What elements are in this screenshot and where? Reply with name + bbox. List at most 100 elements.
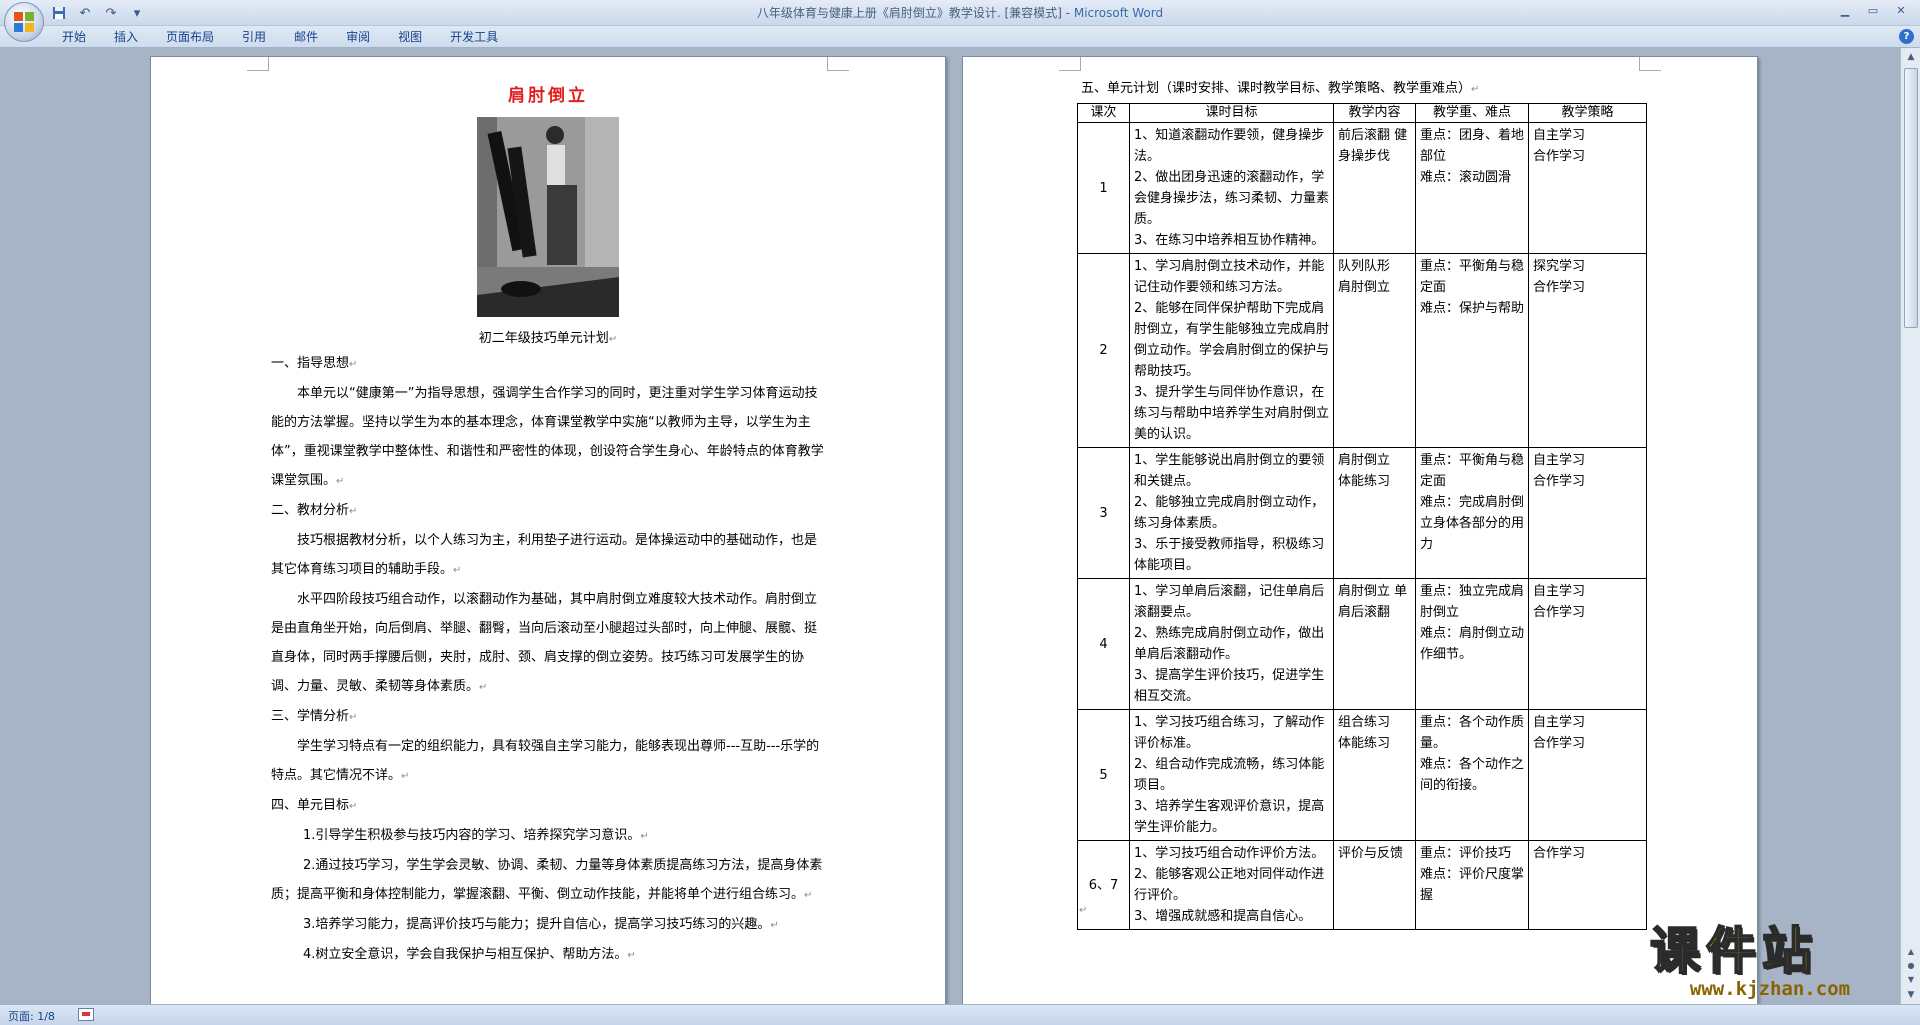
cell-text: 1、学习单肩后滚翻，记住单肩后滚翻要点。 xyxy=(1134,584,1325,620)
page-number-indicator[interactable]: 页面: 1/8 xyxy=(8,1008,55,1024)
body-paragraph: 1.引导学生积极参与技巧内容的学习、培养探究学习意识。↵ xyxy=(303,828,649,843)
cell-text: 难点：肩肘倒立动作细节。 xyxy=(1420,626,1525,662)
cell-text: 合作学习 xyxy=(1533,736,1586,751)
previous-page-icon[interactable]: ▲ xyxy=(1904,946,1918,958)
watermark-logo: 课件站 www.kjzhan.com xyxy=(1649,923,1890,1004)
cell-text: 1、学习技巧组合练习，了解动作评价标准。 xyxy=(1134,715,1325,751)
cell-text: 组合练习 xyxy=(1338,715,1391,730)
cell-text: 重点：平衡角与稳定面 xyxy=(1420,259,1525,295)
status-bar: 页面: 1/8 xyxy=(0,1004,1920,1025)
table-row: 1 1、知道滚翻动作要领，健身操步法。 2、做出团身迅速的滚翻动作，学会健身操步法，… xyxy=(1077,122,1647,254)
tab-insert[interactable]: 插入 xyxy=(100,29,152,45)
table-row: 5 1、学习技巧组合练习，了解动作评价标准。 2、组合动作完成流畅，练习体能项目。 3… xyxy=(1077,709,1647,841)
content-cell: 评价与反馈 xyxy=(1333,840,1416,930)
cell-text: 2、能够独立完成肩肘倒立动作，练习身体素质。 xyxy=(1134,495,1325,531)
cell-text: 2、能够在同伴保护帮助下完成肩肘倒立，有学生能够独立完成肩肘倒立动作。学会肩肘倒… xyxy=(1134,301,1330,379)
app-name: Microsoft Word xyxy=(1073,6,1164,20)
photo-caption: 初二年级技巧单元计划↵ xyxy=(478,331,618,346)
table-row: 6、7 1、学习技巧组合动作评价方法。 2、能够客观公正地对同伴动作进行评价。 3、增… xyxy=(1077,840,1647,930)
tab-developer[interactable]: 开发工具 xyxy=(436,29,512,45)
cell-text: 1、学习肩肘倒立技术动作，并能记住动作要领和练习方法。 xyxy=(1134,259,1325,295)
crop-mark xyxy=(827,57,849,71)
maximize-icon[interactable]: ▭ xyxy=(1860,2,1886,20)
goals-cell: 1、知道滚翻动作要领，健身操步法。 2、做出团身迅速的滚翻动作，学会健身操步法，练… xyxy=(1129,122,1334,254)
cell-text: 难点：完成肩肘倒立身体各部分的用力 xyxy=(1420,495,1525,552)
cell-text: 前后滚翻 健身操步伐 xyxy=(1338,128,1408,164)
cell-text: 3、乐于接受教师指导，积极练习体能项目。 xyxy=(1134,537,1325,573)
cell-text: 难点：各个动作之间的衔接。 xyxy=(1420,757,1525,793)
cell-text: 2、做出团身迅速的滚翻动作，学会健身操步法，练习柔韧、力量素质。 xyxy=(1134,170,1330,227)
goals-cell: 1、学习技巧组合练习，了解动作评价标准。 2、组合动作完成流畅，练习体能项目。 3、… xyxy=(1129,709,1334,841)
scroll-up-icon[interactable]: ▲ xyxy=(1904,50,1918,64)
cell-text: 3、培养学生客观评价意识，提高学生评价能力。 xyxy=(1134,799,1325,835)
tab-mailings[interactable]: 邮件 xyxy=(280,29,332,45)
tab-review[interactable]: 审阅 xyxy=(332,29,384,45)
section-heading: 三、学情分析↵ xyxy=(271,709,358,724)
cell-text: 自主学习 xyxy=(1533,715,1586,730)
minimize-icon[interactable]: ▁ xyxy=(1832,2,1858,20)
crop-mark xyxy=(1059,57,1081,71)
tab-view[interactable]: 视图 xyxy=(384,29,436,45)
office-button[interactable] xyxy=(4,2,44,42)
page-right: 五、单元计划（课时安排、课时教学目标、教学策略、教学重难点）↵ 课次 课时目标 … xyxy=(962,56,1758,1004)
cell-text: 肩肘倒立 xyxy=(1338,453,1391,468)
cell-text: 2、组合动作完成流畅，练习体能项目。 xyxy=(1134,757,1325,793)
section-heading: 四、单元目标↵ xyxy=(271,798,358,813)
body-paragraph: 水平四阶段技巧组合动作，以滚翻动作为基础，其中肩肘倒立难度较大技术动作。肩肘倒立… xyxy=(271,592,818,694)
cell-text: 队列队形 xyxy=(1338,259,1391,274)
window-controls: ▁ ▭ ✕ xyxy=(1832,2,1914,20)
cell-text: 3、提升学生与同伴协作意识，在练习与帮助中培养学生对肩肘倒立美的认识。 xyxy=(1134,385,1330,442)
cell-text: 1、知道滚翻动作要领，健身操步法。 xyxy=(1134,128,1325,164)
shoulder-stand-photo xyxy=(477,117,619,317)
content-cell: 肩肘倒立 单肩后滚翻 xyxy=(1333,578,1416,710)
next-page-icon[interactable]: ▼ xyxy=(1904,974,1918,986)
page-left: 肩肘倒立 初二年级技巧单元计划↵ 一、指导思想↵ 本单元以“健康第一”为指导思想，… xyxy=(150,56,946,1004)
table-row: 4 1、学习单肩后滚翻，记住单肩后滚翻要点。 2、熟练完成肩肘倒立动作，做出单肩后滚… xyxy=(1077,578,1647,710)
keypoints-cell: 重点：团身、着地部位 难点：滚动圆滑 xyxy=(1415,122,1529,254)
paragraph-mark: ↵ xyxy=(1079,905,1088,916)
scroll-down-icon[interactable]: ▼ xyxy=(1904,988,1918,1002)
cell-text: 3、提高学生评价技巧，促进学生相互交流。 xyxy=(1134,668,1325,704)
document-workspace: 肩肘倒立 初二年级技巧单元计划↵ 一、指导思想↵ 本单元以“健康第一”为指导思想，… xyxy=(0,48,1900,1004)
cell-text: 重点：评价技巧 xyxy=(1420,846,1512,861)
crop-mark xyxy=(247,57,269,71)
ribbon: 开始 插入 页面布局 引用 邮件 审阅 视图 开发工具 ? xyxy=(0,26,1920,48)
table-row: 2 1、学习肩肘倒立技术动作，并能记住动作要领和练习方法。 2、能够在同伴保护帮助下… xyxy=(1077,253,1647,448)
body-paragraph: 学生学习特点有一定的组织能力，具有较强自主学习能力，能够表现出尊师---互助--… xyxy=(271,739,820,783)
cell-text: 合作学习 xyxy=(1533,846,1586,861)
scrollbar-thumb[interactable] xyxy=(1904,68,1918,328)
proofing-icon[interactable] xyxy=(78,1008,94,1021)
cell-text: 自主学习 xyxy=(1533,584,1586,599)
strategy-cell: 合作学习 xyxy=(1528,840,1647,930)
table-header-row: 课次 课时目标 教学内容 教学重、难点 教学策略 xyxy=(1077,103,1647,123)
vertical-scrollbar[interactable]: ▲ ▲ ● ▼ ▼ xyxy=(1900,48,1920,1004)
title-bar: ↶ ↷ ▾ 八年级体育与健康上册《肩肘倒立》教学设计. [兼容模式] - Mic… xyxy=(0,0,1920,26)
ribbon-tabs: 开始 插入 页面布局 引用 邮件 审阅 视图 开发工具 xyxy=(48,29,512,45)
close-icon[interactable]: ✕ xyxy=(1888,2,1914,20)
unit-plan-table-body: 1 1、知道滚翻动作要领，健身操步法。 2、做出团身迅速的滚翻动作，学会健身操步法，… xyxy=(1077,122,1647,930)
header-content: 教学内容 xyxy=(1333,103,1416,123)
body-paragraph: 4.树立安全意识，学会自我保护与相互保护、帮助方法。↵ xyxy=(303,947,636,962)
tab-references[interactable]: 引用 xyxy=(228,29,280,45)
lesson-number-cell: 4 xyxy=(1077,578,1130,710)
section-heading: 二、教材分析↵ xyxy=(271,503,358,518)
tab-page-layout[interactable]: 页面布局 xyxy=(152,29,228,45)
section-heading: 一、指导思想↵ xyxy=(271,356,358,371)
lesson-number-cell: 1 xyxy=(1077,122,1130,254)
document-title: 八年级体育与健康上册《肩肘倒立》教学设计. [兼容模式] - xyxy=(756,6,1074,20)
cell-text: 合作学习 xyxy=(1533,474,1586,489)
goals-cell: 1、学习肩肘倒立技术动作，并能记住动作要领和练习方法。 2、能够在同伴保护帮助下完… xyxy=(1129,253,1334,448)
keypoints-cell: 重点：平衡角与稳定面 难点：完成肩肘倒立身体各部分的用力 xyxy=(1415,447,1529,579)
help-icon[interactable]: ? xyxy=(1899,29,1914,44)
keypoints-cell: 重点：平衡角与稳定面 难点：保护与帮助 xyxy=(1415,253,1529,448)
cell-text: 合作学习 xyxy=(1533,605,1586,620)
cell-text: 合作学习 xyxy=(1533,280,1586,295)
cell-text: 难点：滚动圆滑 xyxy=(1420,170,1512,185)
keypoints-cell: 重点：评价技巧 难点：评价尺度掌握 xyxy=(1415,840,1529,930)
browse-object-icon[interactable]: ● xyxy=(1904,960,1918,972)
unit-plan-table: 课次 课时目标 教学内容 教学重、难点 教学策略 1 1、知道滚翻动作要领，健身操… xyxy=(1077,103,1647,930)
cell-text: 1、学生能够说出肩肘倒立的要领和关键点。 xyxy=(1134,453,1325,489)
cell-text: 体能练习 xyxy=(1338,736,1391,751)
body-paragraph: 技巧根据教材分析，以个人练习为主，利用垫子进行运动。是体操运动中的基础动作，也是… xyxy=(271,533,818,577)
tab-home[interactable]: 开始 xyxy=(48,29,100,45)
